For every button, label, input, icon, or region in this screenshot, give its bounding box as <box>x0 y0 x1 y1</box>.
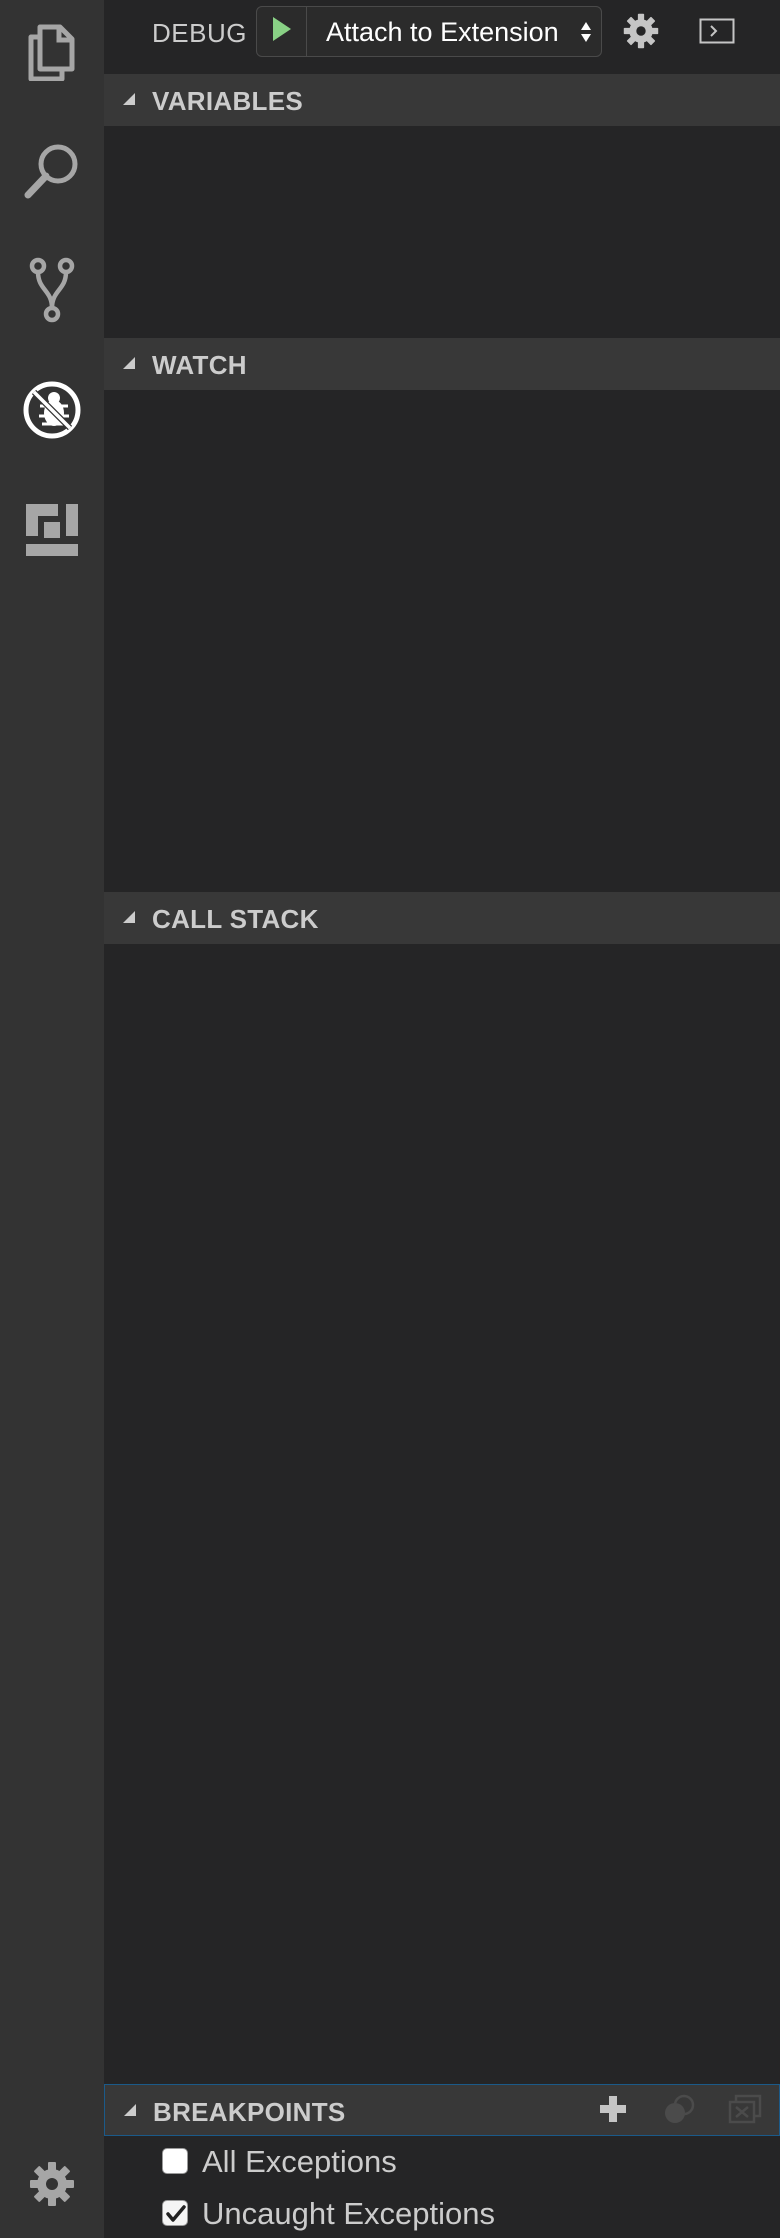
collapse-triangle-icon <box>122 356 136 375</box>
launch-configuration-group: Attach to Extension <box>256 6 602 57</box>
breakpoint-row-all-exceptions[interactable]: All Exceptions <box>158 2140 758 2186</box>
watch-title: WATCH <box>152 350 247 380</box>
select-arrows-icon <box>579 19 593 45</box>
extensions-button[interactable] <box>0 478 104 582</box>
open-launch-json-button[interactable] <box>618 10 664 56</box>
watch-section-header[interactable]: WATCH <box>104 338 780 390</box>
collapse-triangle-icon <box>122 910 136 929</box>
launch-configuration-select[interactable]: Attach to Extension <box>308 7 601 56</box>
debug-view-button[interactable] <box>0 358 104 462</box>
breakpoint-label: Uncaught Exceptions <box>202 2196 495 2231</box>
uncaught-exceptions-checkbox[interactable] <box>162 2200 188 2226</box>
toggle-breakpoints-button[interactable] <box>659 2093 699 2129</box>
debug-sidebar: DEBUG Attach to Extension VARIABLES WATC… <box>104 0 780 2238</box>
collapse-triangle-icon <box>123 2103 137 2122</box>
debug-console-button[interactable] <box>694 10 740 56</box>
breakpoint-row-uncaught-exceptions[interactable]: Uncaught Exceptions <box>158 2192 758 2238</box>
breakpoints-section-header[interactable]: BREAKPOINTS <box>104 2084 780 2136</box>
extensions-icon <box>24 502 80 558</box>
explorer-button[interactable] <box>0 0 104 104</box>
files-icon <box>26 23 78 81</box>
play-icon <box>271 15 293 48</box>
variables-title: VARIABLES <box>152 86 304 116</box>
variables-section-header[interactable]: VARIABLES <box>104 74 780 126</box>
close-all-icon <box>728 2094 762 2129</box>
vscode-window: DEBUG Attach to Extension VARIABLES WATC… <box>0 0 780 2238</box>
breakpoint-label: All Exceptions <box>202 2144 397 2179</box>
configuration-label: Attach to Extension <box>326 17 559 47</box>
plus-icon <box>599 2095 627 2128</box>
call-stack-title: CALL STACK <box>152 904 319 934</box>
variables-panel <box>104 126 780 338</box>
source-control-icon <box>27 256 77 324</box>
watch-panel <box>104 390 780 892</box>
terminal-icon <box>699 18 735 49</box>
all-exceptions-checkbox[interactable] <box>162 2148 188 2174</box>
gear-icon <box>29 2161 75 2207</box>
call-stack-panel <box>104 944 780 2084</box>
call-stack-section-header[interactable]: CALL STACK <box>104 892 780 944</box>
checkmark-icon <box>166 2205 186 2222</box>
add-function-breakpoint-button[interactable] <box>593 2093 633 2129</box>
search-button[interactable] <box>0 118 104 222</box>
gear-icon <box>623 13 659 54</box>
search-icon <box>22 140 82 200</box>
collapse-triangle-icon <box>122 92 136 111</box>
debug-title: DEBUG <box>152 18 247 48</box>
source-control-button[interactable] <box>0 238 104 342</box>
remove-all-breakpoints-button[interactable] <box>725 2093 765 2129</box>
debug-toolbar: DEBUG Attach to Extension <box>104 0 780 70</box>
toggle-breakpoints-icon <box>662 2094 696 2129</box>
debug-icon <box>22 380 82 440</box>
breakpoints-title: BREAKPOINTS <box>153 2097 346 2127</box>
activity-bar <box>0 0 104 2238</box>
start-debugging-button[interactable] <box>257 7 307 56</box>
manage-button[interactable] <box>0 2132 104 2236</box>
